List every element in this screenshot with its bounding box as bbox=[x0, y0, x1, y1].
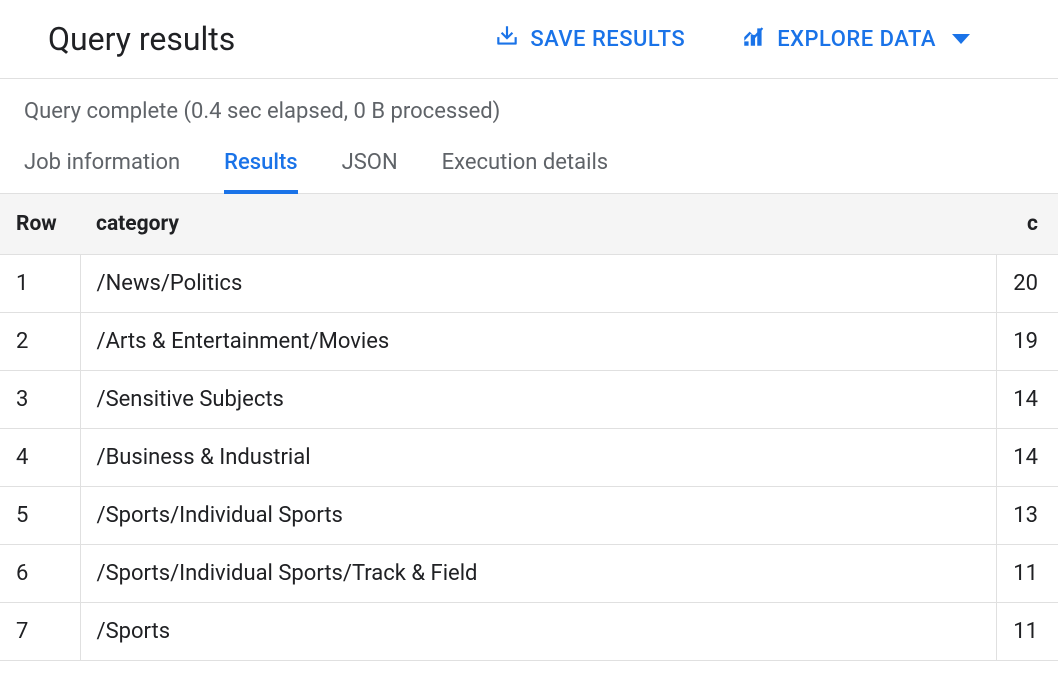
header: Query results SAVE RESULTS EXPLORE DATA bbox=[0, 0, 1058, 79]
cell-c: 14 bbox=[997, 371, 1058, 429]
cell-category: /Arts & Entertainment/Movies bbox=[80, 313, 997, 371]
tab-json[interactable]: JSON bbox=[342, 136, 398, 193]
cell-row: 3 bbox=[0, 371, 80, 429]
table-row: 3/Sensitive Subjects14 bbox=[0, 371, 1058, 429]
tab-results[interactable]: Results bbox=[224, 136, 297, 193]
table-row: 6/Sports/Individual Sports/Track & Field… bbox=[0, 545, 1058, 603]
download-icon bbox=[494, 23, 520, 55]
chevron-down-icon bbox=[952, 34, 970, 44]
cell-category: /Sports bbox=[80, 603, 997, 661]
explore-data-label: EXPLORE DATA bbox=[777, 27, 936, 52]
cell-row: 1 bbox=[0, 255, 80, 313]
cell-row: 4 bbox=[0, 429, 80, 487]
tabs: Job information Results JSON Execution deta… bbox=[0, 136, 1058, 194]
results-table: Row category c 1/News/Politics202/Arts &… bbox=[0, 194, 1058, 661]
cell-c: 11 bbox=[997, 545, 1058, 603]
col-header-row[interactable]: Row bbox=[0, 194, 80, 255]
cell-category: /Sports/Individual Sports/Track & Field bbox=[80, 545, 997, 603]
table-row: 4/Business & Industrial14 bbox=[0, 429, 1058, 487]
save-results-label: SAVE RESULTS bbox=[530, 27, 685, 52]
tab-execution-details[interactable]: Execution details bbox=[442, 136, 609, 193]
table-header-row: Row category c bbox=[0, 194, 1058, 255]
cell-row: 7 bbox=[0, 603, 80, 661]
cell-row: 5 bbox=[0, 487, 80, 545]
cell-row: 6 bbox=[0, 545, 80, 603]
cell-c: 13 bbox=[997, 487, 1058, 545]
status-text: Query complete (0.4 sec elapsed, 0 B pro… bbox=[0, 79, 1058, 136]
table-row: 2/Arts & Entertainment/Movies19 bbox=[0, 313, 1058, 371]
cell-c: 14 bbox=[997, 429, 1058, 487]
cell-c: 11 bbox=[997, 603, 1058, 661]
table-row: 7/Sports11 bbox=[0, 603, 1058, 661]
cell-c: 20 bbox=[997, 255, 1058, 313]
page-title: Query results bbox=[48, 20, 235, 58]
col-header-category[interactable]: category bbox=[80, 194, 997, 255]
save-results-button[interactable]: SAVE RESULTS bbox=[494, 23, 685, 55]
cell-category: /News/Politics bbox=[80, 255, 997, 313]
chart-icon bbox=[741, 23, 767, 55]
cell-category: /Sensitive Subjects bbox=[80, 371, 997, 429]
table-row: 5/Sports/Individual Sports13 bbox=[0, 487, 1058, 545]
action-buttons: SAVE RESULTS EXPLORE DATA bbox=[494, 23, 970, 55]
table-row: 1/News/Politics20 bbox=[0, 255, 1058, 313]
cell-category: /Sports/Individual Sports bbox=[80, 487, 997, 545]
col-header-c[interactable]: c bbox=[997, 194, 1058, 255]
cell-category: /Business & Industrial bbox=[80, 429, 997, 487]
explore-data-button[interactable]: EXPLORE DATA bbox=[741, 23, 970, 55]
cell-c: 19 bbox=[997, 313, 1058, 371]
cell-row: 2 bbox=[0, 313, 80, 371]
tab-job-information[interactable]: Job information bbox=[24, 136, 180, 193]
